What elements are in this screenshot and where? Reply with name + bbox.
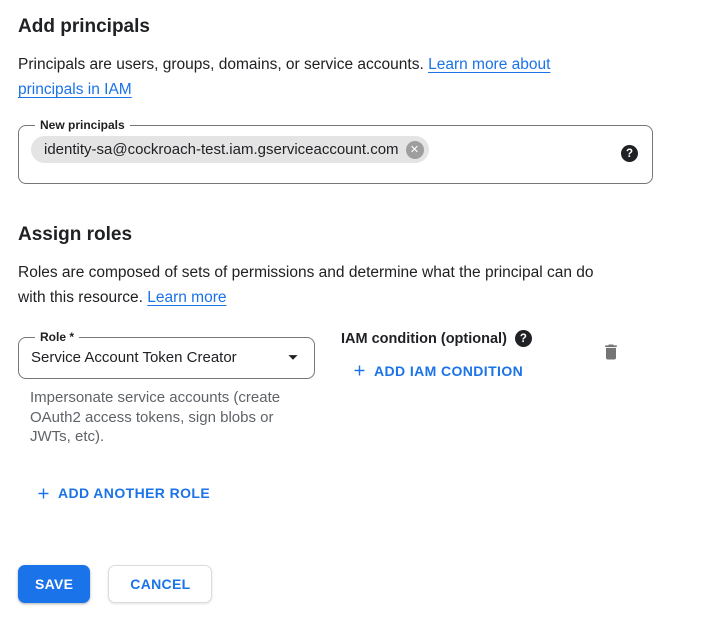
role-selected-value: Service Account Token Creator bbox=[31, 349, 237, 366]
trash-icon bbox=[601, 342, 621, 362]
principal-chip[interactable]: identity-sa@cockroach-test.iam.gservicea… bbox=[31, 136, 429, 163]
role-label: Role * bbox=[35, 330, 79, 344]
add-iam-condition-button[interactable]: ADD IAM CONDITION bbox=[351, 362, 523, 379]
new-principals-help-icon[interactable]: ? bbox=[621, 145, 638, 162]
footer-actions: SAVE CANCEL bbox=[18, 565, 695, 603]
assign-roles-title: Assign roles bbox=[18, 224, 695, 246]
plus-icon bbox=[351, 362, 368, 379]
close-icon: ✕ bbox=[410, 141, 419, 159]
dropdown-arrow-icon bbox=[282, 346, 304, 368]
roles-description: Roles are composed of sets of permission… bbox=[18, 260, 613, 310]
roles-description-text: Roles are composed of sets of permission… bbox=[18, 264, 594, 306]
chip-remove-button[interactable]: ✕ bbox=[406, 141, 424, 159]
iam-condition-help-icon[interactable]: ? bbox=[515, 330, 532, 347]
role-row: Role * Service Account Token Creator Imp… bbox=[18, 330, 678, 447]
role-helper-text: Impersonate service accounts (create OAu… bbox=[30, 388, 315, 447]
plus-icon bbox=[35, 485, 52, 502]
role-column: Role * Service Account Token Creator Imp… bbox=[18, 330, 315, 447]
cancel-button[interactable]: CANCEL bbox=[108, 565, 212, 603]
principals-description-text: Principals are users, groups, domains, o… bbox=[18, 56, 424, 73]
iam-condition-label: IAM condition (optional) bbox=[341, 331, 507, 347]
learn-more-roles-link[interactable]: Learn more bbox=[147, 289, 226, 306]
add-principals-panel: Add principals Principals are users, gro… bbox=[0, 0, 713, 603]
chip-row: identity-sa@cockroach-test.iam.gservicea… bbox=[31, 136, 640, 163]
role-select[interactable]: Role * Service Account Token Creator bbox=[18, 330, 315, 379]
delete-role-button[interactable] bbox=[601, 342, 621, 362]
new-principals-input[interactable]: New principals identity-sa@cockroach-tes… bbox=[18, 118, 653, 184]
iam-condition-column: IAM condition (optional) ? ADD IAM CONDI… bbox=[341, 330, 532, 384]
add-another-role-button[interactable]: ADD ANOTHER ROLE bbox=[35, 485, 210, 502]
add-another-role-wrap: ADD ANOTHER ROLE bbox=[35, 485, 695, 507]
principal-chip-label: identity-sa@cockroach-test.iam.gservicea… bbox=[44, 141, 399, 158]
new-principals-label: New principals bbox=[35, 118, 130, 132]
save-button[interactable]: SAVE bbox=[18, 565, 90, 603]
page-title: Add principals bbox=[18, 16, 695, 38]
principals-description: Principals are users, groups, domains, o… bbox=[18, 52, 613, 102]
